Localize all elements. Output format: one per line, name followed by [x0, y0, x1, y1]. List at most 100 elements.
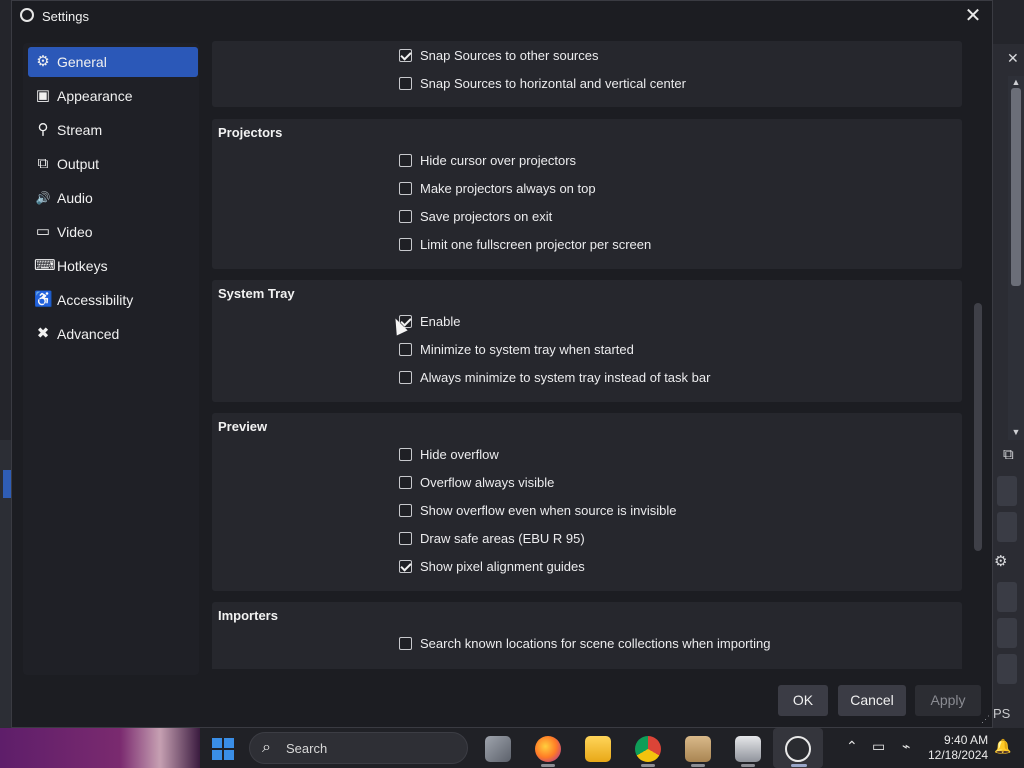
background-selected-row — [3, 470, 11, 498]
checkbox-label: Hide overflow — [420, 447, 499, 462]
checkbox-box[interactable] — [399, 182, 412, 195]
checkbox-box[interactable] — [399, 49, 412, 62]
background-button[interactable] — [997, 512, 1017, 542]
scroll-up-arrow-icon[interactable]: ▲ — [1011, 78, 1021, 87]
sidebar-item-label: Video — [57, 224, 93, 240]
background-scroll-thumb[interactable] — [1011, 88, 1021, 286]
audio-icon: 🔊 — [35, 191, 51, 205]
checkbox-box[interactable] — [399, 532, 412, 545]
app-running-indicator — [641, 764, 655, 767]
settings-content: Snap Sources to other sources Snap Sourc… — [212, 41, 964, 669]
clock-time: 9:40 AM — [944, 733, 989, 747]
app-running-indicator — [741, 764, 755, 767]
checkbox-label: Always minimize to system tray instead o… — [420, 370, 711, 385]
window-title: Settings — [42, 9, 89, 24]
checkbox-box[interactable] — [399, 476, 412, 489]
group-snapping: Snap Sources to other sources Snap Sourc… — [212, 41, 962, 107]
file-explorer-icon[interactable] — [585, 736, 611, 762]
checkbox-box[interactable] — [399, 371, 412, 384]
group-preview: Preview Hide overflow Overflow always vi… — [212, 413, 962, 591]
package-icon[interactable] — [735, 736, 761, 762]
obs-logo-icon — [20, 8, 34, 22]
accessibility-icon: ♿ — [34, 291, 53, 308]
background-button[interactable] — [997, 654, 1017, 684]
checkbox-box[interactable] — [399, 210, 412, 223]
dock-float-icon[interactable]: ⧉ — [1003, 446, 1014, 463]
sidebar-item-audio[interactable]: 🔊 Audio — [28, 183, 198, 213]
checkbox-label: Show pixel alignment guides — [420, 559, 585, 574]
start-icon[interactable] — [212, 738, 234, 760]
display-icon[interactable]: ▭ — [872, 738, 885, 755]
app-running-indicator — [791, 764, 807, 767]
wrench-icon: ✖ — [36, 325, 50, 342]
background-button[interactable] — [997, 618, 1017, 648]
sidebar-item-hotkeys[interactable]: ⌨ Hotkeys — [28, 251, 198, 281]
sidebar-item-label: Accessibility — [57, 292, 134, 308]
sidebar-item-output[interactable]: ⧉ Output — [28, 149, 198, 179]
checkbox-box[interactable] — [399, 448, 412, 461]
close-icon[interactable]: ✕ — [960, 3, 986, 29]
sidebar-item-general[interactable]: ⚙ General — [28, 47, 198, 77]
checkbox-label: Make projectors always on top — [420, 181, 596, 196]
checkbox-label: Overflow always visible — [420, 475, 555, 490]
content-scrollbar[interactable] — [972, 45, 982, 667]
checkbox-label: Hide cursor over projectors — [420, 153, 577, 168]
apply-button[interactable]: Apply — [915, 685, 981, 716]
settings-sidebar: ⚙ General ▣ Appearance ⚲ Stream ⧉ Output… — [23, 43, 199, 675]
group-title: Projectors — [218, 125, 283, 140]
sidebar-item-video[interactable]: ▭ Video — [28, 217, 198, 247]
keyboard-icon: ⌨ — [34, 257, 56, 274]
checkbox-box[interactable] — [399, 154, 412, 167]
resize-grip-icon[interactable]: ⋰ — [981, 714, 990, 725]
search-icon: ⌕ — [262, 739, 271, 756]
background-close-icon[interactable]: ✕ — [1007, 50, 1019, 67]
checkbox-box[interactable] — [399, 560, 412, 573]
group-title: System Tray — [218, 286, 295, 301]
checkbox-box[interactable] — [399, 77, 412, 90]
chevron-up-icon[interactable]: ⌃ — [846, 738, 858, 755]
checkbox-label: Enable — [420, 314, 461, 329]
checkbox-box[interactable] — [399, 343, 412, 356]
group-projectors: Projectors Hide cursor over projectors M… — [212, 119, 962, 269]
app-running-indicator — [541, 764, 555, 767]
sidebar-item-label: Hotkeys — [57, 258, 108, 274]
group-system-tray: System Tray Enable Minimize to system tr… — [212, 280, 962, 402]
group-title: Importers — [218, 608, 278, 623]
obs-icon[interactable] — [785, 736, 811, 762]
notification-bell-icon[interactable]: 🔔 — [994, 738, 1011, 755]
sidebar-item-label: Audio — [57, 190, 93, 206]
sidebar-item-advanced[interactable]: ✖ Advanced — [28, 319, 198, 349]
task-view-icon[interactable] — [485, 736, 511, 762]
ok-button[interactable]: OK — [778, 685, 828, 716]
sidebar-item-stream[interactable]: ⚲ Stream — [28, 115, 198, 145]
firefox-icon[interactable] — [535, 736, 561, 762]
checkbox-box[interactable] — [399, 504, 412, 517]
checkbox-label: Show overflow even when source is invisi… — [420, 503, 677, 518]
scroll-thumb[interactable] — [974, 303, 982, 551]
background-scrollbar[interactable]: ▲ ▼ — [1008, 76, 1024, 440]
taskbar-search[interactable]: ⌕ Search — [249, 732, 468, 764]
cancel-button[interactable]: Cancel — [838, 685, 906, 716]
sidebar-item-appearance[interactable]: ▣ Appearance — [28, 81, 198, 111]
background-button[interactable] — [997, 476, 1017, 506]
checkbox-label: Minimize to system tray when started — [420, 342, 634, 357]
background-fps-text: PS — [993, 706, 1011, 721]
checkbox-box[interactable] — [399, 238, 412, 251]
title-bar[interactable]: Settings ✕ — [12, 1, 992, 31]
taskbar-clock[interactable]: 9:40 AM 12/18/2024 — [928, 733, 988, 763]
background-button[interactable] — [997, 582, 1017, 612]
background-gear-icon[interactable]: ⚙ — [994, 552, 1007, 570]
stream-icon: ⚲ — [37, 121, 49, 138]
output-icon: ⧉ — [37, 155, 49, 172]
sidebar-item-label: Stream — [57, 122, 103, 138]
sidebar-item-accessibility[interactable]: ♿ Accessibility — [28, 285, 198, 315]
archive-icon[interactable] — [685, 736, 711, 762]
sidebar-item-label: Output — [57, 156, 100, 172]
checkbox-label: Snap Sources to other sources — [420, 48, 599, 63]
checkbox-box[interactable] — [399, 637, 412, 650]
network-icon[interactable]: ⌁ — [902, 738, 910, 755]
scroll-down-arrow-icon[interactable]: ▼ — [1011, 428, 1021, 437]
checkbox-label: Draw safe areas (EBU R 95) — [420, 531, 585, 546]
checkbox-label: Limit one fullscreen projector per scree… — [420, 237, 652, 252]
chrome-icon[interactable] — [635, 736, 661, 762]
